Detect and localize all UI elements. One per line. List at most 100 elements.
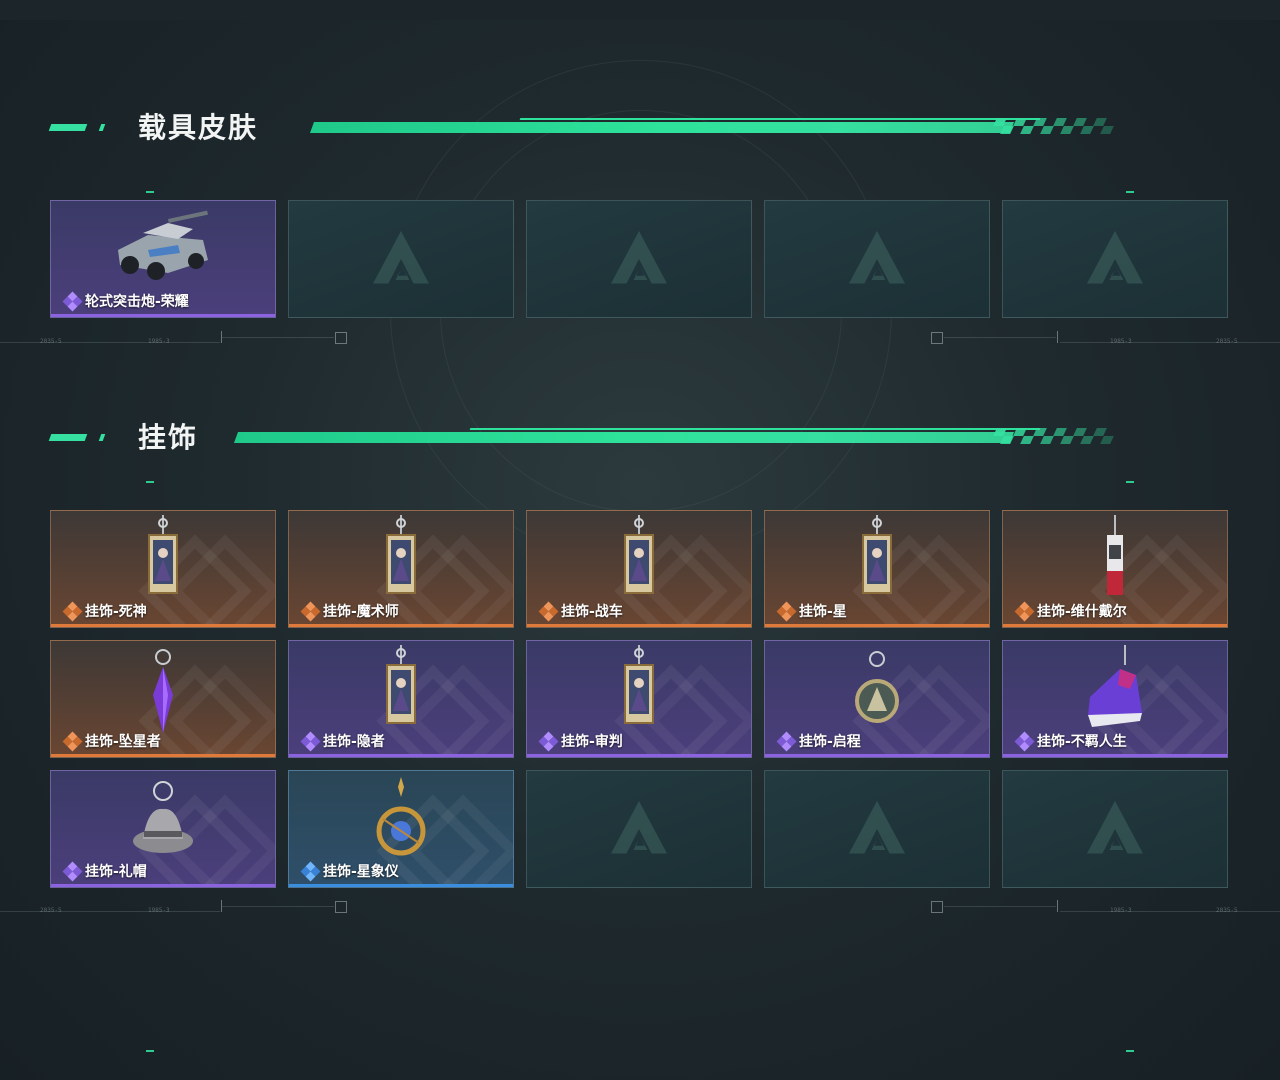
empty-slot[interactable] — [526, 770, 752, 888]
crystal-pendant-icon — [153, 649, 173, 733]
item-name: 轮式突击炮-荣耀 — [85, 294, 189, 310]
item-card[interactable]: 挂饰-战车 — [526, 510, 752, 628]
item-card[interactable]: 挂饰-坠星者 — [50, 640, 276, 758]
rarity-bar — [527, 754, 751, 757]
empty-slot[interactable] — [526, 200, 752, 318]
tag-pendant-icon — [1107, 515, 1123, 595]
item-name: 挂饰-坠星者 — [85, 734, 161, 750]
item-name: 挂饰-战车 — [561, 604, 623, 620]
rarity-diamond-icon — [62, 731, 83, 752]
deco-label: 1985-3 — [148, 907, 170, 914]
section-title: 挂饰 — [138, 421, 199, 454]
rarity-diamond-icon — [62, 291, 83, 312]
empty-slot[interactable] — [1002, 200, 1228, 318]
item-card[interactable]: 挂饰-启程 — [764, 640, 990, 758]
rarity-bar — [51, 314, 275, 317]
corner-marker — [146, 191, 154, 193]
item-label: 挂饰-星象仪 — [300, 861, 399, 882]
medal-pendant-icon — [855, 651, 899, 723]
top-strip — [0, 0, 1280, 20]
deco-label: 2035-5 — [1216, 907, 1238, 914]
item-card[interactable]: 挂饰-星 — [764, 510, 990, 628]
sneaker-pendant-icon — [1088, 645, 1142, 727]
section-title: 载具皮肤 — [138, 111, 259, 144]
item-label: 挂饰-不羁人生 — [1014, 731, 1127, 752]
item-label: 挂饰-魔术师 — [300, 601, 399, 622]
rarity-bar — [1003, 754, 1227, 757]
empty-slot[interactable] — [764, 200, 990, 318]
item-name: 挂饰-星象仪 — [323, 864, 399, 880]
rarity-bar — [765, 754, 989, 757]
corner-marker — [1126, 481, 1134, 483]
item-name: 挂饰-魔术师 — [323, 604, 399, 620]
item-label: 挂饰-启程 — [776, 731, 861, 752]
item-card[interactable]: 挂饰-维什戴尔 — [1002, 510, 1228, 628]
empty-slot[interactable] — [288, 200, 514, 318]
fedora-hat-pendant-icon — [133, 781, 193, 853]
item-label: 挂饰-维什戴尔 — [1014, 601, 1127, 622]
item-label: 挂饰-战车 — [538, 601, 623, 622]
delta-logo-icon — [849, 231, 905, 284]
item-label: 挂饰-隐者 — [300, 731, 385, 752]
section-header-pendants: 挂饰 — [48, 418, 1230, 458]
tarot-card-pendant-icon — [862, 515, 892, 594]
checker-cell — [1100, 126, 1114, 134]
item-card[interactable]: 挂饰-不羁人生 — [1002, 640, 1228, 758]
empty-slot[interactable] — [764, 770, 990, 888]
rarity-diamond-icon — [1014, 731, 1035, 752]
tarot-card-pendant-icon — [624, 515, 654, 594]
rarity-bar — [1003, 624, 1227, 627]
corner-marker — [146, 1050, 154, 1052]
deco-label: 1985-3 — [148, 338, 170, 345]
armored-vehicle-icon — [118, 210, 208, 280]
delta-logo-icon — [373, 231, 429, 284]
tarot-card-pendant-icon — [624, 645, 654, 724]
delta-logo-icon — [849, 801, 905, 854]
rarity-diamond-icon — [538, 601, 559, 622]
item-card[interactable]: 挂饰-死神 — [50, 510, 276, 628]
item-name: 挂饰-星 — [799, 604, 847, 620]
corner-marker — [146, 481, 154, 483]
item-name: 挂饰-隐者 — [323, 734, 385, 750]
deco-label: 2035-5 — [1216, 338, 1238, 345]
item-name: 挂饰-不羁人生 — [1037, 734, 1127, 750]
item-label: 挂饰-礼帽 — [62, 861, 147, 882]
rarity-bar — [51, 754, 275, 757]
item-card[interactable]: 挂饰-审判 — [526, 640, 752, 758]
tarot-card-pendant-icon — [148, 515, 178, 594]
item-card[interactable]: 挂饰-星象仪 — [288, 770, 514, 888]
rarity-diamond-icon — [300, 601, 321, 622]
rarity-bar — [289, 884, 513, 887]
rarity-bar — [289, 624, 513, 627]
rarity-diamond-icon — [776, 601, 797, 622]
rarity-bar — [765, 624, 989, 627]
item-name: 挂饰-维什戴尔 — [1037, 604, 1127, 620]
item-card[interactable]: 挂饰-隐者 — [288, 640, 514, 758]
delta-logo-icon — [611, 231, 667, 284]
rarity-bar — [527, 624, 751, 627]
tarot-card-pendant-icon — [386, 515, 416, 594]
corner-marker — [1126, 191, 1134, 193]
rarity-bar — [289, 754, 513, 757]
checker-cell — [1103, 118, 1117, 126]
rarity-bar — [51, 884, 275, 887]
deco-label: 2035-5 — [40, 907, 62, 914]
astrolabe-pendant-icon — [376, 777, 426, 856]
delta-logo-icon — [1087, 231, 1143, 284]
delta-logo-icon — [1087, 801, 1143, 854]
item-card[interactable]: 挂饰-礼帽 — [50, 770, 276, 888]
item-name: 挂饰-死神 — [85, 604, 147, 620]
item-label: 轮式突击炮-荣耀 — [62, 291, 189, 312]
section-header-vehicle-skins: 载具皮肤 — [48, 108, 1230, 148]
item-card[interactable]: 轮式突击炮-荣耀 — [50, 200, 276, 318]
item-label: 挂饰-死神 — [62, 601, 147, 622]
deco-label: 1985-3 — [1110, 907, 1132, 914]
empty-slot[interactable] — [1002, 770, 1228, 888]
rarity-diamond-icon — [300, 731, 321, 752]
checker-cell — [1103, 428, 1117, 436]
item-name: 挂饰-礼帽 — [85, 864, 147, 880]
item-card[interactable]: 挂饰-魔术师 — [288, 510, 514, 628]
rarity-diamond-icon — [300, 861, 321, 882]
checker-cell — [1100, 436, 1114, 444]
rarity-diamond-icon — [62, 601, 83, 622]
